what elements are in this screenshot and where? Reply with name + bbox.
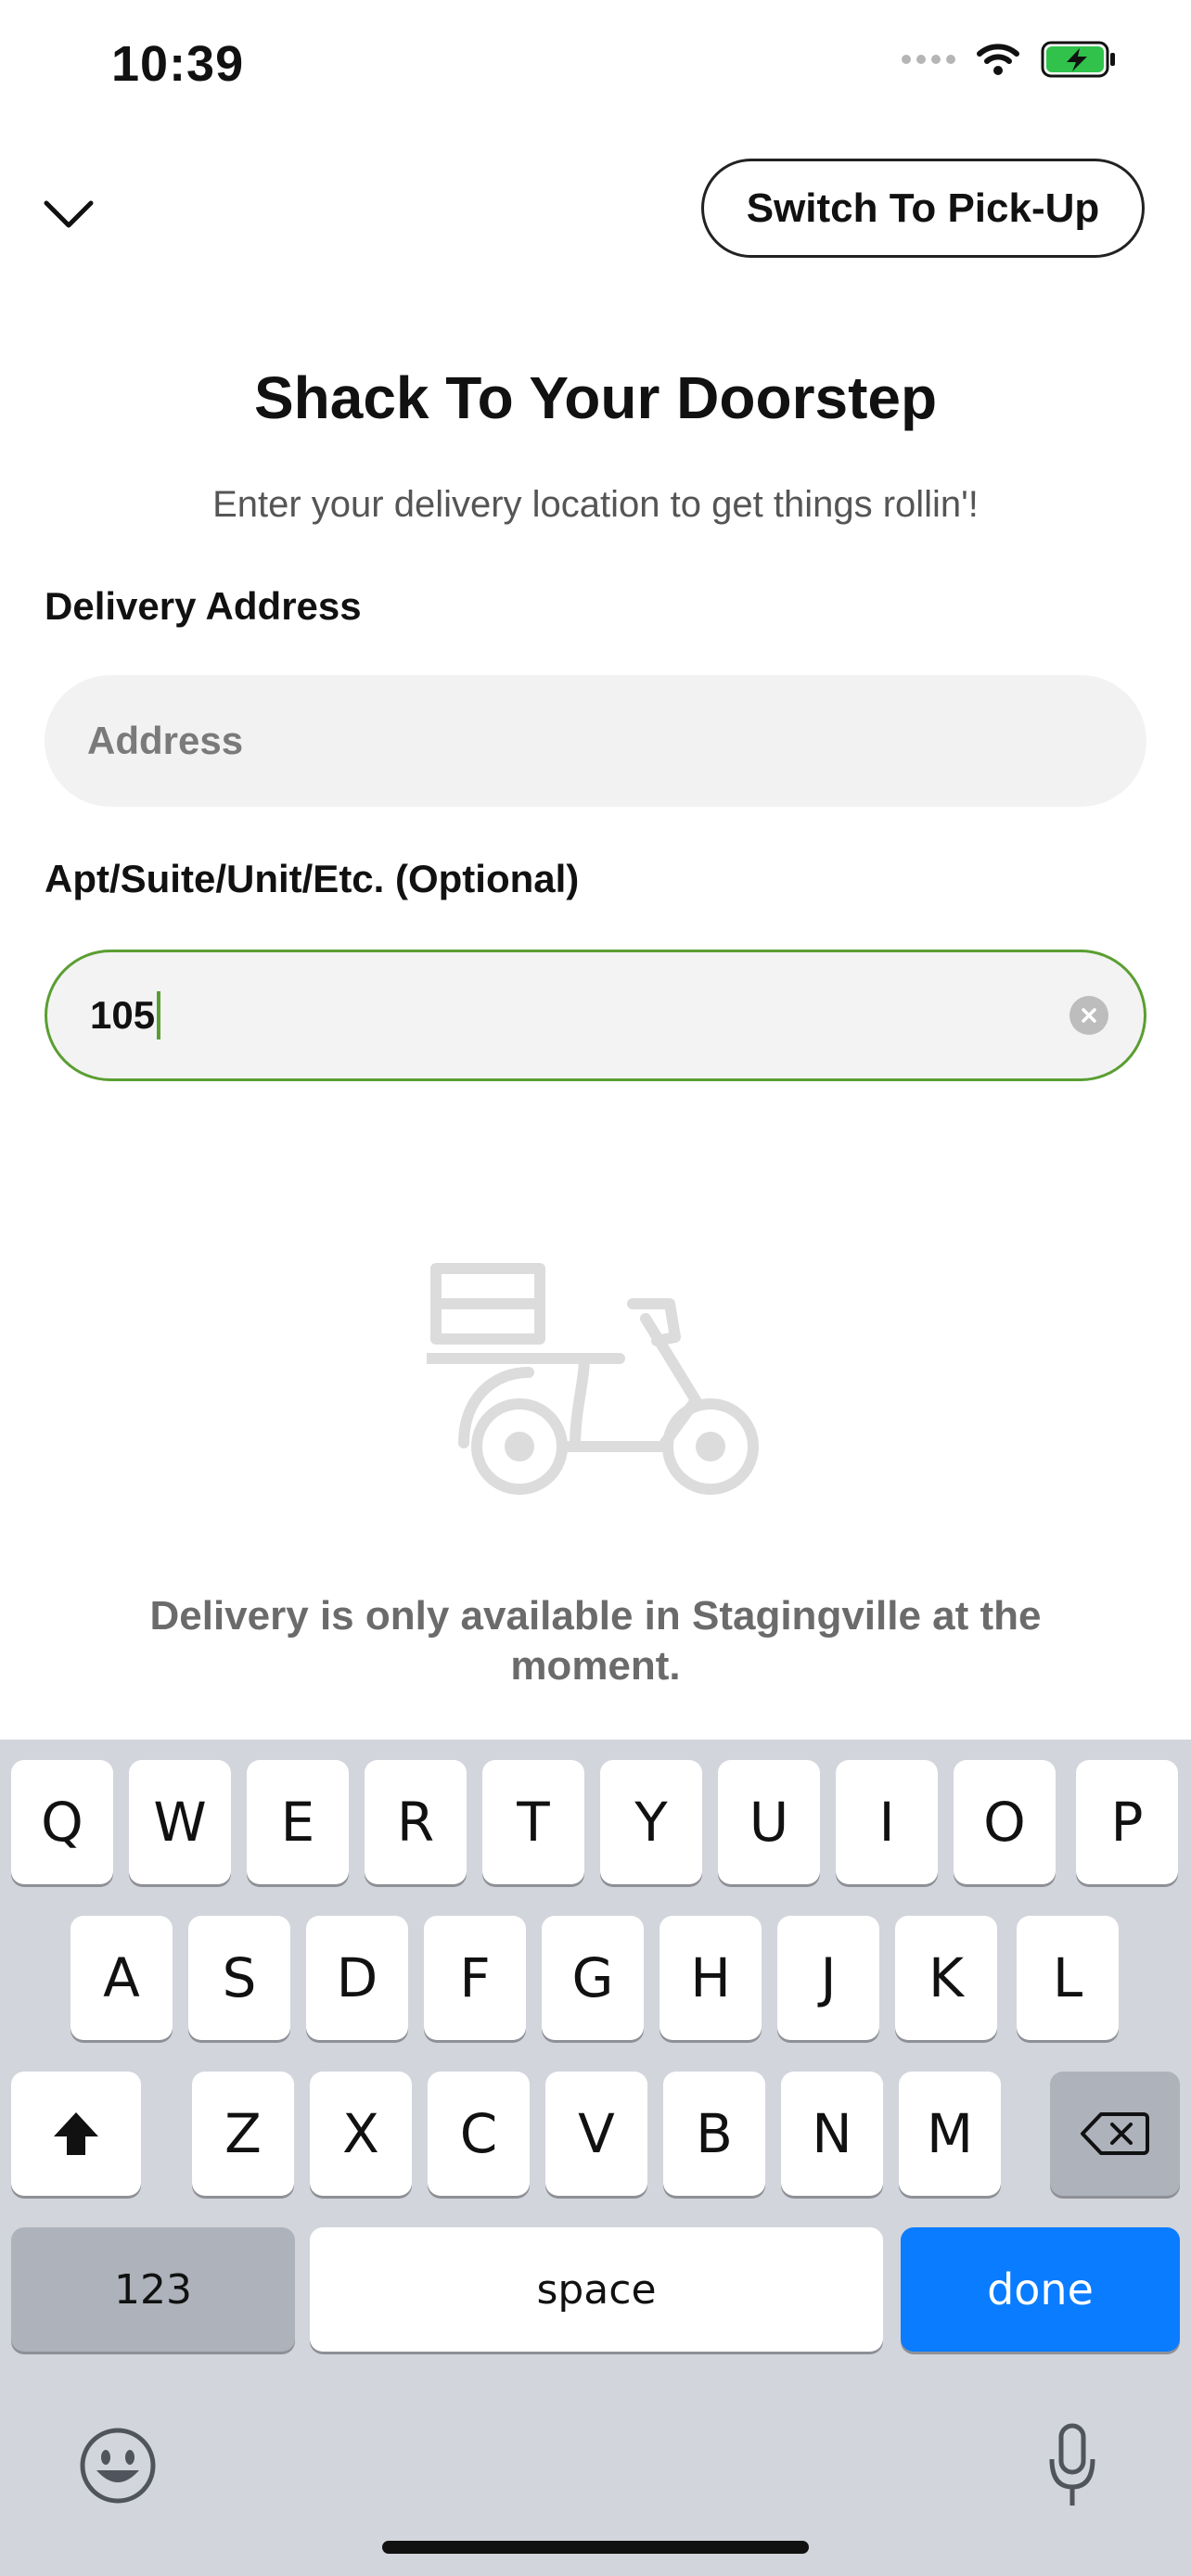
key-w[interactable]: W bbox=[129, 1760, 231, 1884]
backspace-icon bbox=[1081, 2112, 1149, 2155]
key-q[interactable]: Q bbox=[11, 1760, 113, 1884]
key-t[interactable]: T bbox=[482, 1760, 584, 1884]
address-input[interactable]: Address bbox=[45, 675, 1146, 807]
status-time: 10:39 bbox=[111, 36, 245, 92]
key-f[interactable]: F bbox=[424, 1916, 526, 2040]
space-key[interactable]: space bbox=[310, 2227, 883, 2352]
emoji-icon bbox=[80, 2428, 156, 2504]
numbers-key[interactable]: 123 bbox=[11, 2227, 295, 2352]
shift-key[interactable] bbox=[11, 2072, 141, 2196]
key-z[interactable]: Z bbox=[192, 2072, 294, 2196]
chevron-down-icon bbox=[44, 200, 94, 228]
switch-to-pickup-button[interactable]: Switch To Pick-Up bbox=[701, 159, 1145, 258]
key-m[interactable]: M bbox=[899, 2072, 1001, 2196]
status-icons bbox=[902, 41, 1117, 78]
collapse-button[interactable] bbox=[39, 184, 98, 243]
key-e[interactable]: E bbox=[247, 1760, 349, 1884]
text-caret bbox=[157, 991, 161, 1039]
key-s[interactable]: S bbox=[188, 1916, 290, 2040]
microphone-icon bbox=[1049, 2423, 1095, 2506]
page-title: Shack To Your Doorstep bbox=[253, 364, 938, 431]
home-indicator[interactable] bbox=[382, 2541, 809, 2554]
key-a[interactable]: A bbox=[70, 1916, 173, 2040]
apt-label: Apt/Suite/Unit/Etc. (Optional) bbox=[45, 857, 580, 900]
key-h[interactable]: H bbox=[660, 1916, 762, 2040]
key-x[interactable]: X bbox=[310, 2072, 412, 2196]
key-y[interactable]: Y bbox=[600, 1760, 702, 1884]
key-g[interactable]: G bbox=[542, 1916, 644, 2040]
on-screen-keyboard: Q W E R T Y U I O P A S D F G H J K L Z … bbox=[0, 1740, 1191, 2576]
key-r[interactable]: R bbox=[365, 1760, 467, 1884]
signal-icon bbox=[902, 55, 955, 64]
key-d[interactable]: D bbox=[306, 1916, 408, 2040]
battery-charging-icon bbox=[1041, 41, 1115, 78]
key-l[interactable]: L bbox=[1017, 1916, 1119, 2040]
wifi-icon bbox=[977, 44, 1019, 75]
delivery-availability-notice: Delivery is only available in Stagingvil… bbox=[149, 1593, 1042, 1689]
apt-input[interactable]: 105 bbox=[45, 950, 1146, 1081]
scooter-illustration-icon bbox=[427, 1263, 759, 1495]
shift-icon bbox=[54, 2112, 98, 2155]
done-key[interactable]: done bbox=[901, 2227, 1180, 2352]
key-k[interactable]: K bbox=[895, 1916, 997, 2040]
apt-input-value: 105 bbox=[90, 993, 156, 1037]
key-p[interactable]: P bbox=[1076, 1760, 1178, 1884]
page-subtitle: Enter your delivery location to get thin… bbox=[212, 484, 979, 525]
key-j[interactable]: J bbox=[777, 1916, 879, 2040]
key-v[interactable]: V bbox=[545, 2072, 647, 2196]
key-n[interactable]: N bbox=[781, 2072, 883, 2196]
key-u[interactable]: U bbox=[718, 1760, 820, 1884]
address-placeholder: Address bbox=[87, 719, 244, 762]
address-label: Delivery Address bbox=[45, 584, 362, 628]
key-b[interactable]: B bbox=[663, 2072, 765, 2196]
key-o[interactable]: O bbox=[954, 1760, 1056, 1884]
key-i[interactable]: I bbox=[836, 1760, 938, 1884]
dictation-button[interactable] bbox=[1046, 2422, 1098, 2511]
key-c[interactable]: C bbox=[428, 2072, 530, 2196]
backspace-key[interactable] bbox=[1050, 2072, 1180, 2196]
clear-input-button[interactable] bbox=[1069, 996, 1108, 1035]
emoji-button[interactable] bbox=[78, 2426, 158, 2506]
close-icon bbox=[1082, 1008, 1096, 1023]
